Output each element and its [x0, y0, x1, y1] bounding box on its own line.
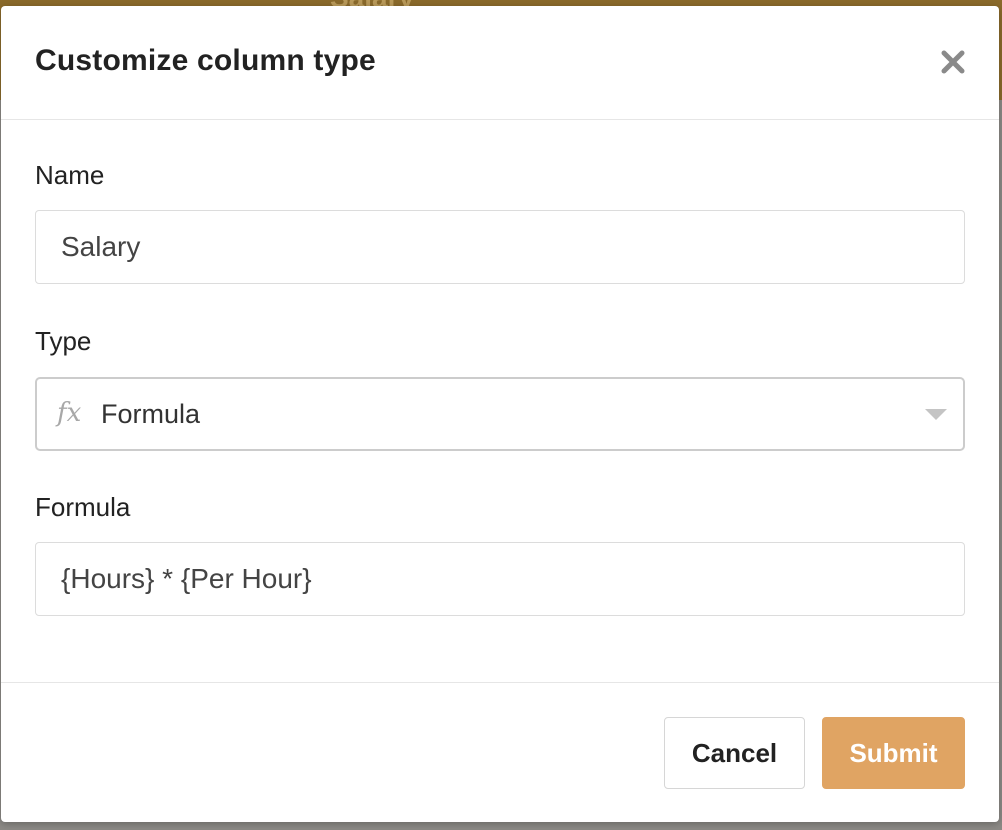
- type-label: Type: [35, 326, 92, 356]
- modal-header: Customize column type: [1, 6, 999, 120]
- name-input[interactable]: Salary: [35, 210, 965, 284]
- type-select[interactable]: fx Formula: [35, 377, 965, 451]
- cancel-button[interactable]: Cancel: [664, 717, 805, 789]
- footer-divider: [1, 682, 999, 683]
- close-icon: [941, 50, 965, 74]
- formula-label: Formula: [35, 492, 131, 522]
- chevron-down-icon: [925, 409, 947, 420]
- customize-column-modal: Customize column type Name Salary Type f…: [1, 6, 999, 822]
- submit-button[interactable]: Submit: [822, 717, 965, 789]
- type-select-value: Formula: [101, 399, 201, 429]
- formula-input[interactable]: {Hours} * {Per Hour}: [35, 542, 965, 616]
- close-button[interactable]: [935, 44, 971, 80]
- modal-title: Customize column type: [35, 44, 376, 77]
- fx-formula-icon: fx: [57, 398, 82, 428]
- name-label: Name: [35, 160, 105, 190]
